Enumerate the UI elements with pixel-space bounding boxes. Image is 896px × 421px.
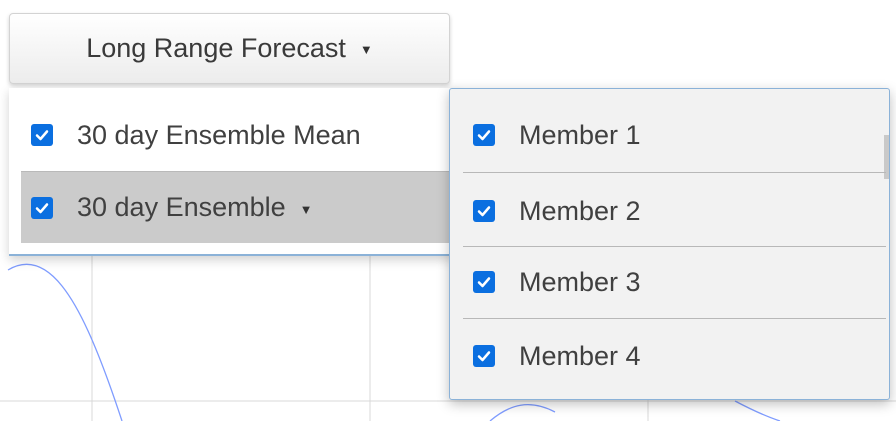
caret-down-icon: ▼	[299, 202, 313, 217]
checkmark-icon	[477, 351, 491, 362]
ensemble-mean-checkbox[interactable]	[31, 124, 53, 146]
ensemble-label: 30 day Ensemble	[77, 192, 286, 222]
checkmark-icon	[477, 277, 491, 288]
ensemble-checkbox[interactable]	[31, 196, 53, 219]
long-range-forecast-label: Long Range Forecast	[86, 33, 346, 63]
forecast-curve-far-right	[734, 400, 781, 421]
menu-item-30-day-ensemble-mean[interactable]: 30 day Ensemble Mean	[21, 99, 457, 171]
submenu-item-member-3[interactable]: Member 3	[463, 246, 886, 318]
checkmark-icon	[35, 202, 49, 213]
forecast-curve	[7, 263, 123, 421]
menu-item-30-day-ensemble[interactable]: 30 day Ensemble ▼	[21, 171, 457, 243]
member-2-checkbox[interactable]	[473, 200, 495, 222]
forecast-curve-right	[489, 404, 556, 421]
checkmark-icon	[477, 130, 491, 141]
checkmark-icon	[35, 130, 49, 141]
forecast-ui: Long Range Forecast ▼ 30 day Ensemble Me…	[0, 0, 896, 421]
submenu-divider	[463, 172, 886, 173]
long-range-forecast-button[interactable]: Long Range Forecast ▼	[9, 13, 450, 84]
submenu-item-member-2[interactable]: Member 2	[463, 175, 886, 247]
forecast-dropdown-menu: 30 day Ensemble Mean 30 day Ensemble ▼	[9, 88, 457, 256]
member-3-checkbox[interactable]	[473, 271, 495, 293]
member-1-checkbox[interactable]	[473, 124, 495, 146]
submenu-item-member-1[interactable]: Member 1	[463, 99, 886, 171]
member-4-label: Member 4	[519, 340, 641, 371]
member-1-label: Member 1	[519, 119, 641, 150]
caret-down-icon: ▼	[359, 42, 373, 57]
submenu-divider	[463, 318, 886, 319]
ensemble-mean-label: 30 day Ensemble Mean	[77, 119, 361, 150]
member-4-checkbox[interactable]	[473, 345, 495, 367]
member-3-label: Member 3	[519, 266, 641, 297]
submenu-item-member-4[interactable]: Member 4	[463, 320, 886, 392]
member-2-label: Member 2	[519, 195, 641, 226]
checkmark-icon	[477, 206, 491, 217]
ensemble-members-submenu: Member 1 Member 2 Member 3 Member 4	[449, 88, 890, 400]
